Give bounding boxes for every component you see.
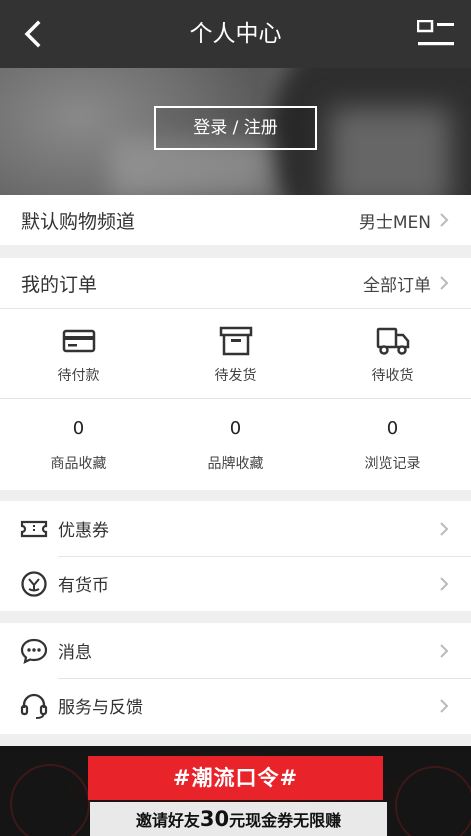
message-row[interactable]: 消息 [0, 623, 471, 678]
orders-section: 我的订单 全部订单 待付款 待发货 待收货 0 商品收藏 0 品牌收藏 0 浏览… [0, 258, 471, 490]
headset-icon [20, 693, 48, 719]
service-feedback-row[interactable]: 服务与反馈 [0, 678, 471, 733]
message-icon [20, 638, 48, 664]
login-register-button[interactable]: 登录 / 注册 [154, 106, 317, 150]
invite-promo-banner[interactable]: #潮流口令# 邀请好友30元现金券无限赚 [0, 746, 471, 836]
chevron-right-icon [440, 276, 449, 290]
my-orders-title: 我的订单 [21, 273, 98, 296]
coupon-icon [20, 520, 48, 537]
chevron-right-icon [440, 522, 449, 536]
service-section: 消息 服务与反馈 [0, 623, 471, 734]
favorites-stats-grid: 0 商品收藏 0 品牌收藏 0 浏览记录 [0, 418, 471, 473]
page-title: 个人中心 [189, 21, 282, 47]
default-channel-row[interactable]: 默认购物频道 男士MEN [0, 195, 471, 245]
product-favorites[interactable]: 0 商品收藏 [0, 418, 157, 473]
brand-favorites[interactable]: 0 品牌收藏 [157, 418, 314, 473]
order-status-grid: 待付款 待发货 待收货 [0, 326, 471, 385]
truck-icon [376, 327, 409, 355]
box-icon [219, 326, 252, 356]
chevron-right-icon [440, 644, 449, 658]
order-status-pending-shipment[interactable]: 待发货 [157, 326, 314, 385]
card-icon [62, 329, 95, 353]
coin-row[interactable]: 有货币 [0, 556, 471, 611]
default-channel-label: 默认购物频道 [21, 210, 136, 233]
promo-tag: #潮流口令# [88, 756, 383, 800]
order-status-pending-receipt[interactable]: 待收货 [314, 326, 471, 385]
top-nav-bar: 个人中心 [0, 0, 471, 68]
browsing-history[interactable]: 0 浏览记录 [314, 418, 471, 473]
chevron-right-icon [440, 577, 449, 591]
default-channel-value: 男士MEN [358, 212, 431, 233]
profile-banner: 登录 / 注册 [0, 68, 471, 195]
menu-icon[interactable] [417, 20, 455, 48]
promo-invite-text: 邀请好友30元现金券无限赚 [90, 802, 387, 836]
wallet-section: 优惠券 有货币 [0, 501, 471, 611]
coupon-row[interactable]: 优惠券 [0, 501, 471, 556]
all-orders-link[interactable]: 全部订单 [363, 271, 431, 296]
chevron-right-icon [440, 213, 449, 227]
chevron-right-icon [440, 699, 449, 713]
coin-icon [21, 570, 47, 597]
order-status-pending-payment[interactable]: 待付款 [0, 326, 157, 385]
my-orders-row[interactable]: 我的订单 全部订单 [0, 258, 471, 308]
